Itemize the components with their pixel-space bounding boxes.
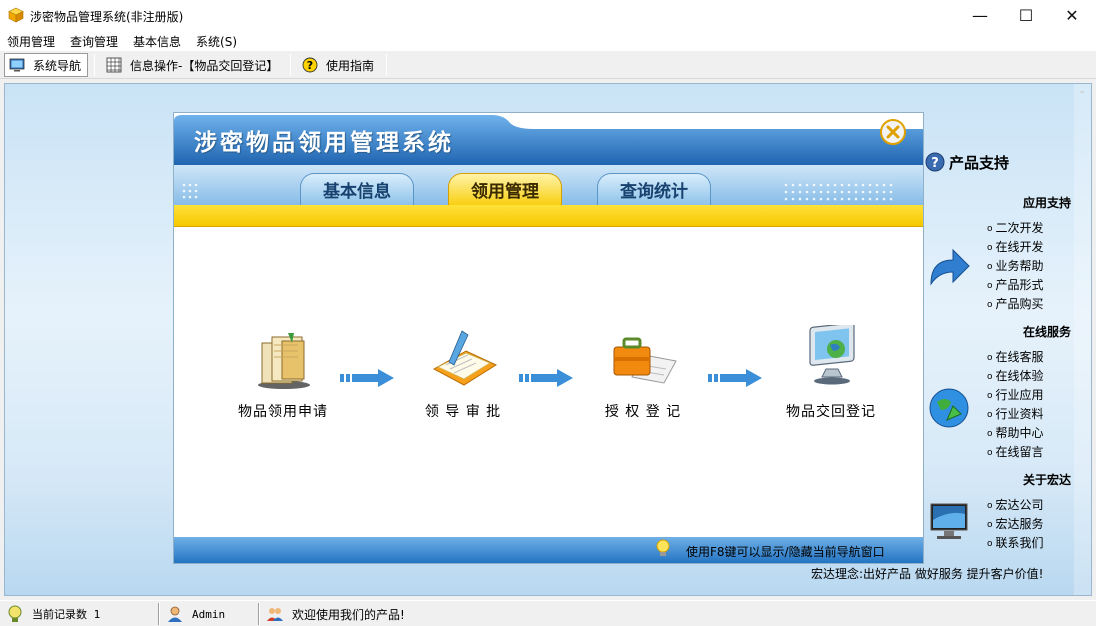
lightbulb-icon — [8, 605, 22, 622]
tab-basic-info[interactable]: 基本信息 — [300, 173, 414, 205]
current-user: Admin — [166, 603, 225, 625]
link-hongda-company[interactable]: 宏达公司 — [987, 496, 1044, 513]
vertical-scrollbar[interactable]: ⌃ — [1074, 84, 1091, 595]
minimize-button[interactable]: — — [957, 0, 1003, 31]
nav-footer: 使用F8键可以显示/隐藏当前导航窗口 — [174, 537, 923, 563]
user-guide-button[interactable]: ? 使用指南 — [298, 53, 378, 77]
link-secondary-dev[interactable]: 二次开发 — [987, 219, 1044, 236]
grid-table-icon — [106, 57, 122, 73]
section-app-support: 应用支持 — [1022, 196, 1071, 210]
menu-bar: 领用管理 查询管理 基本信息 系统(S) — [0, 31, 1096, 51]
link-online-dev[interactable]: 在线开发 — [987, 238, 1044, 255]
briefcase-icon — [613, 337, 677, 384]
app-cube-icon — [8, 7, 24, 23]
step-authorize-label: 授 权 登 记 — [604, 404, 682, 420]
system-nav-tab[interactable]: 系统导航 — [4, 53, 88, 77]
link-industry-app[interactable]: 行业应用 — [987, 386, 1044, 403]
step-approve-label: 领 导 审 批 — [424, 404, 502, 420]
user-name: Admin — [192, 607, 226, 621]
menu-query[interactable]: 查询管理 — [63, 31, 126, 51]
blue-arrow-icon — [930, 248, 970, 286]
nav-title: 涉密物品领用管理系统 — [194, 130, 454, 156]
svg-text:?: ? — [307, 59, 313, 72]
product-support-panel: ? 产品支持 应用支持 二次开发 在线开发 业务帮助 产品形式 产品购买 在线服… — [923, 146, 1075, 586]
status-separator — [158, 603, 160, 625]
link-contact-us[interactable]: 联系我们 — [987, 534, 1044, 551]
lightbulb-icon — [656, 539, 670, 556]
close-nav-icon[interactable] — [880, 119, 906, 145]
tab-underline-band — [174, 205, 923, 227]
welcome-message: 欢迎使用我们的产品! — [266, 603, 405, 625]
info-operation-tab[interactable]: 信息操作-【物品交回登记】 — [102, 53, 282, 77]
toolbar-separator — [94, 54, 95, 76]
users-group-icon — [267, 608, 283, 621]
record-count-text: 当前记录数 1 — [32, 608, 101, 621]
title-bar: 涉密物品管理系统(非注册版) — ☐ ✕ — [0, 0, 1096, 31]
info-operation-label: 信息操作-【物品交回登记】 — [130, 58, 279, 73]
link-product-form[interactable]: 产品形式 — [987, 276, 1044, 293]
close-button[interactable]: ✕ — [1049, 0, 1095, 31]
monitor-icon — [930, 503, 968, 539]
user-guide-label: 使用指南 — [326, 58, 375, 73]
menu-system[interactable]: 系统(S) — [189, 31, 245, 51]
step-return-label: 物品交回登记 — [786, 404, 876, 420]
flow-arrow-icon — [340, 369, 394, 387]
maximize-button[interactable]: ☐ — [1003, 0, 1049, 31]
link-online-trial[interactable]: 在线体验 — [987, 367, 1044, 384]
tab-query-stats[interactable]: 查询统计 — [597, 173, 711, 205]
monitor-icon — [9, 58, 25, 72]
link-industry-data[interactable]: 行业资料 — [987, 405, 1044, 422]
folders-icon — [258, 333, 310, 389]
navigation-panel: 涉密物品领用管理系统 基本信息 领用管理 查询统计 物品领用申请 领 导 审 批… — [173, 112, 924, 564]
toolbar-separator — [386, 54, 387, 76]
notebook-pen-icon — [432, 330, 498, 386]
scroll-up-icon[interactable]: ⌃ — [1078, 90, 1087, 101]
welcome-text: 欢迎使用我们的产品! — [292, 607, 405, 622]
flow-arrow-icon — [519, 369, 573, 387]
tab-lingyong[interactable]: 领用管理 — [448, 173, 562, 205]
step-approve[interactable]: 领 导 审 批 — [398, 325, 528, 421]
section-about: 关于宏达 — [1022, 473, 1071, 487]
step-apply-label: 物品领用申请 — [238, 404, 328, 420]
toolbar: 系统导航 信息操作-【物品交回登记】 ? 使用指南 — [0, 51, 1096, 79]
link-product-purchase[interactable]: 产品购买 — [987, 295, 1044, 312]
section-online-service: 在线服务 — [1022, 325, 1071, 339]
globe-arrow-icon — [929, 388, 969, 428]
link-online-cs[interactable]: 在线客服 — [987, 348, 1044, 365]
system-nav-label: 系统导航 — [33, 58, 82, 73]
link-help-center[interactable]: 帮助中心 — [987, 424, 1044, 441]
svg-text:?: ? — [931, 156, 939, 171]
user-avatar-icon — [168, 606, 182, 622]
status-separator — [258, 603, 260, 625]
link-business-help[interactable]: 业务帮助 — [987, 257, 1044, 274]
link-hongda-service[interactable]: 宏达服务 — [987, 515, 1044, 532]
window-title: 涉密物品管理系统(非注册版) — [30, 10, 184, 24]
globe-monitor-icon — [809, 325, 855, 385]
company-motto: 宏达理念:出好产品 做好服务 提升客户价值! — [811, 567, 1044, 581]
support-title: 产品支持 — [949, 154, 1010, 172]
toolbar-separator — [290, 54, 291, 76]
workspace: 涉密物品领用管理系统 基本信息 领用管理 查询统计 物品领用申请 领 导 审 批… — [4, 83, 1092, 596]
menu-basic-info[interactable]: 基本信息 — [126, 31, 189, 51]
step-apply[interactable]: 物品领用申请 — [218, 325, 348, 421]
flow-arrow-icon — [708, 369, 762, 387]
menu-lingyong[interactable]: 领用管理 — [0, 31, 63, 51]
f8-tip: 使用F8键可以显示/隐藏当前导航窗口 — [686, 545, 885, 559]
record-count: 当前记录数 1 — [6, 603, 100, 625]
link-online-message[interactable]: 在线留言 — [987, 443, 1044, 460]
step-authorize[interactable]: 授 权 登 记 — [578, 325, 708, 421]
help-question-icon: ? — [302, 57, 318, 73]
help-circle-icon: ? — [925, 152, 945, 172]
status-bar: 当前记录数 1 Admin 欢迎使用我们的产品! — [0, 600, 1096, 626]
step-return[interactable]: 物品交回登记 — [766, 325, 896, 421]
